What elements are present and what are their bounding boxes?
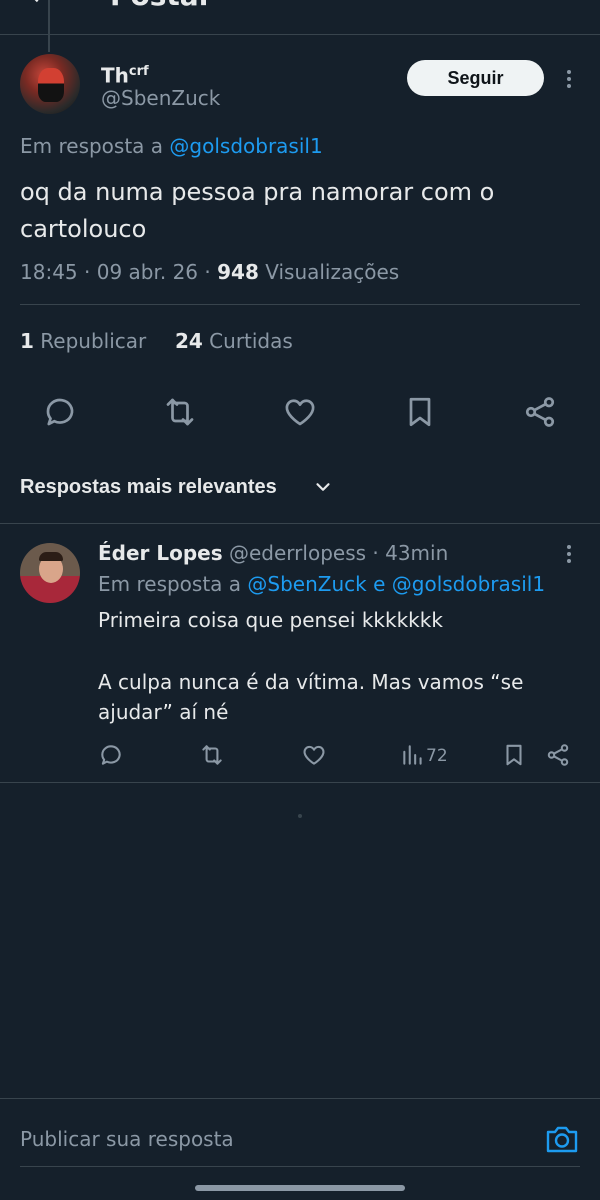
thread-line (48, 0, 50, 52)
tweet-meta: 18:45 · 09 abr. 26 · 948 Visualizações (20, 260, 400, 284)
like-icon[interactable] (301, 742, 327, 768)
author-handle[interactable]: @SbenZuck (101, 86, 220, 110)
likes-stat[interactable]: 24 Curtidas (175, 329, 293, 353)
home-indicator[interactable] (195, 1185, 405, 1191)
engagement-stats: 1 Republicar 24 Curtidas (20, 329, 293, 353)
bookmark-icon[interactable] (402, 394, 438, 430)
composer-underline (20, 1166, 580, 1167)
reply-icon[interactable] (42, 394, 78, 430)
reply-views-count: 72 (426, 746, 448, 766)
like-icon[interactable] (282, 394, 318, 430)
reply-author-name[interactable]: Éder Lopes (98, 541, 223, 565)
share-icon[interactable] (545, 742, 571, 768)
loading-indicator (298, 814, 302, 818)
reply-header: Éder Lopes @ederrlopess · 43min (98, 541, 449, 565)
repost-icon[interactable] (162, 394, 198, 430)
reply-time: 43min (385, 541, 449, 565)
reply-icon[interactable] (98, 742, 124, 768)
reposts-stat[interactable]: 1 Republicar (20, 329, 146, 353)
reply-to-link[interactable]: @golsdobrasil1 (169, 134, 322, 158)
share-icon[interactable] (522, 394, 558, 430)
camera-icon[interactable] (545, 1123, 579, 1155)
top-bar: ← Postar (0, 0, 600, 35)
composer-divider (0, 1098, 600, 1099)
reply-to-link[interactable]: @SbenZuck (247, 572, 366, 596)
page-title: Postar (110, 0, 213, 10)
reply-composer-input[interactable]: Publicar sua resposta (20, 1125, 520, 1153)
views-icon[interactable] (400, 742, 426, 768)
tweet-text: oq da numa pessoa pra namorar com o cart… (20, 178, 495, 243)
more-icon[interactable] (566, 70, 572, 88)
follow-button[interactable]: Seguir (407, 60, 544, 96)
reply-author-avatar[interactable] (20, 543, 80, 603)
bookmark-icon[interactable] (501, 742, 527, 768)
reply-context: Em resposta a @SbenZuck e @golsdobrasil1 (98, 572, 546, 596)
repost-icon[interactable] (199, 742, 225, 768)
author-name[interactable]: Thcrf (101, 60, 149, 88)
views-count: 948 (217, 260, 259, 284)
replies-sort-label[interactable]: Respostas mais relevantes (20, 475, 277, 499)
divider (0, 782, 600, 783)
reply-author-handle[interactable]: @ederrlopess (229, 541, 366, 565)
reply-to-link[interactable]: @golsdobrasil1 (392, 572, 545, 596)
more-icon[interactable] (566, 545, 572, 563)
divider (20, 304, 580, 305)
chevron-down-icon[interactable] (312, 476, 334, 498)
reply-context: Em resposta a @golsdobrasil1 (20, 134, 323, 158)
reply-text: Primeira coisa que pensei kkkkkkk A culp… (98, 608, 524, 724)
author-avatar[interactable] (20, 54, 80, 114)
divider (0, 523, 600, 524)
